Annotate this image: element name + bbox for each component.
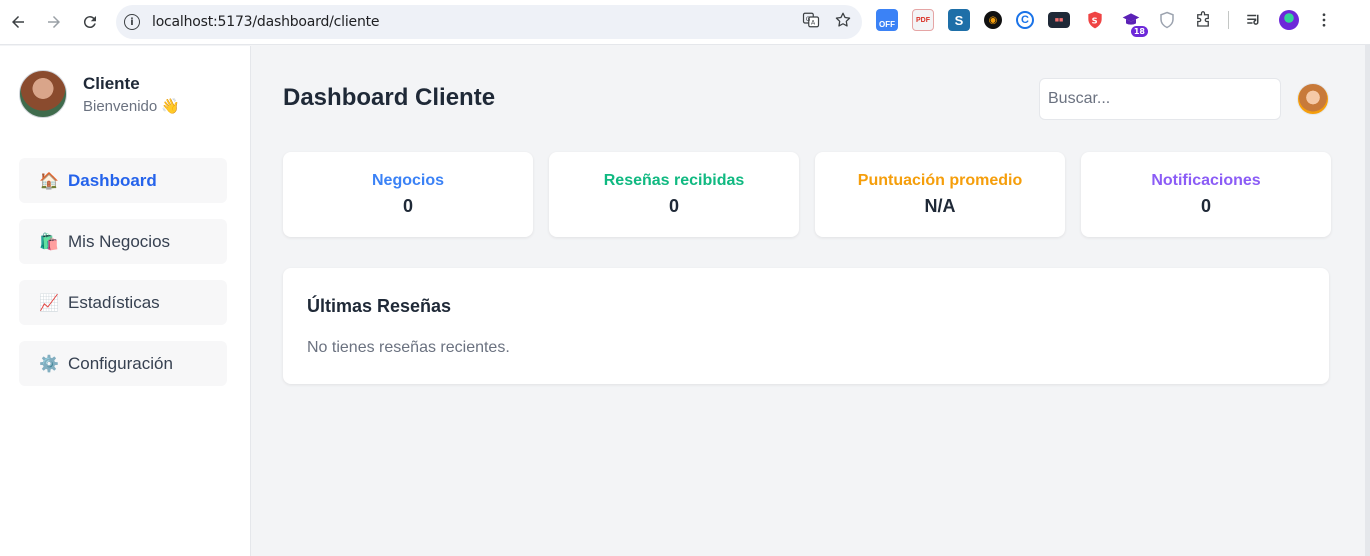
wave-icon: 👋 <box>161 97 180 115</box>
sidebar-welcome: Bienvenido 👋 <box>83 97 180 115</box>
stat-card-resenas: Reseñas recibidas 0 <box>549 152 799 237</box>
page-title: Dashboard Cliente <box>283 84 496 111</box>
stat-label: Negocios <box>371 172 444 189</box>
shopping-bags-icon: 🛍️ <box>39 233 59 251</box>
circle-ext-icon[interactable]: ◉ <box>984 11 1002 29</box>
welcome-text: Bienvenido <box>83 97 158 115</box>
s-ext-icon[interactable]: S <box>948 9 970 31</box>
sidebar-menu: 🏠 Dashboard 🛍️ Mis Negocios 📈 Estadístic… <box>19 158 227 402</box>
forward-button[interactable] <box>36 4 72 40</box>
sidebar-item-dashboard[interactable]: 🏠 Dashboard <box>19 158 227 203</box>
latest-reviews-panel: Últimas Reseñas No tienes reseñas recien… <box>283 268 1329 384</box>
arrow-right-icon <box>48 16 60 28</box>
back-button[interactable] <box>0 4 36 40</box>
cap-ext-icon[interactable]: 18 <box>1120 9 1148 37</box>
browser-menu-icon[interactable] <box>1313 9 1335 31</box>
pdf-ext-icon[interactable]: PDF <box>912 9 934 31</box>
shield-gray-ext-icon[interactable] <box>1156 9 1178 31</box>
stat-card-negocios: Negocios 0 <box>283 152 533 237</box>
media-control-icon[interactable] <box>1243 9 1265 31</box>
stat-value: N/A <box>924 196 956 216</box>
arrow-left-icon <box>12 16 24 28</box>
off-ext-label: OFF <box>879 19 895 29</box>
sidebar-item-label: Dashboard <box>68 170 157 190</box>
chart-increasing-icon: 📈 <box>39 294 59 312</box>
sidebar-user-name: Cliente <box>83 73 140 93</box>
bookmark-star-icon[interactable] <box>834 11 852 29</box>
stat-value: 0 <box>668 196 679 216</box>
sidebar-avatar <box>19 70 67 118</box>
site-info-icon[interactable]: i <box>124 14 140 30</box>
stats-cards: Negocios 0 Reseñas recibidas 0 Puntuació… <box>283 152 1331 237</box>
page-scrollbar[interactable] <box>1365 45 1370 556</box>
toolbar-divider <box>1228 11 1229 29</box>
stat-label: Notificaciones <box>1151 172 1261 189</box>
translate-icon[interactable]: GA <box>802 11 820 29</box>
stat-value: 0 <box>1200 196 1211 216</box>
copyright-ext-icon[interactable]: C <box>1016 11 1034 29</box>
monitor-ext-icon[interactable]: ■■ <box>1048 12 1070 28</box>
user-avatar[interactable] <box>1297 83 1329 115</box>
svg-text:G: G <box>806 16 811 23</box>
address-bar[interactable]: i localhost:5173/dashboard/cliente GA <box>116 5 862 39</box>
sidebar-item-label: Estadísticas <box>68 292 160 312</box>
reload-button[interactable] <box>72 4 108 40</box>
stat-value: 0 <box>402 196 413 216</box>
sidebar-profile: Cliente Bienvenido 👋 <box>19 70 180 118</box>
reviews-title: Últimas Reseñas <box>307 296 452 316</box>
reload-icon <box>83 16 96 29</box>
extensions-bar: OFF PDF S ◉ C ■■ S 18 <box>876 9 1349 37</box>
sidebar-item-label: Mis Negocios <box>68 231 171 251</box>
sidebar: Cliente Bienvenido 👋 🏠 Dashboard 🛍️ Mis N… <box>0 46 251 556</box>
home-icon: 🏠 <box>39 172 59 190</box>
svg-text:S: S <box>1092 15 1098 25</box>
gear-icon: ⚙️ <box>39 355 59 373</box>
sidebar-item-configuracion[interactable]: ⚙️ Configuración <box>19 341 227 386</box>
browser-toolbar: i localhost:5173/dashboard/cliente GA OF… <box>0 0 1370 45</box>
main-content: Dashboard Cliente Negocios 0 Reseñas rec… <box>252 46 1365 556</box>
stat-label: Reseñas recibidas <box>603 172 745 189</box>
off-ext-icon[interactable]: OFF <box>876 9 898 31</box>
stat-card-puntuacion: Puntuación promedio N/A <box>815 152 1065 237</box>
stat-label: Puntuación promedio <box>857 172 1023 189</box>
sidebar-item-estadisticas[interactable]: 📈 Estadísticas <box>19 280 227 325</box>
search-input[interactable] <box>1039 78 1281 120</box>
extensions-puzzle-icon[interactable] <box>1192 9 1214 31</box>
reviews-empty-message: No tienes reseñas recientes. <box>307 339 510 356</box>
sidebar-item-label: Configuración <box>68 353 173 373</box>
url-text: localhost:5173/dashboard/cliente <box>152 14 380 30</box>
stat-card-notificaciones: Notificaciones 0 <box>1081 152 1331 237</box>
cap-ext-badge: 18 <box>1130 26 1148 37</box>
profile-avatar-icon[interactable] <box>1279 10 1299 30</box>
shield-red-ext-icon[interactable]: S <box>1084 9 1106 31</box>
sidebar-item-mis-negocios[interactable]: 🛍️ Mis Negocios <box>19 219 227 264</box>
